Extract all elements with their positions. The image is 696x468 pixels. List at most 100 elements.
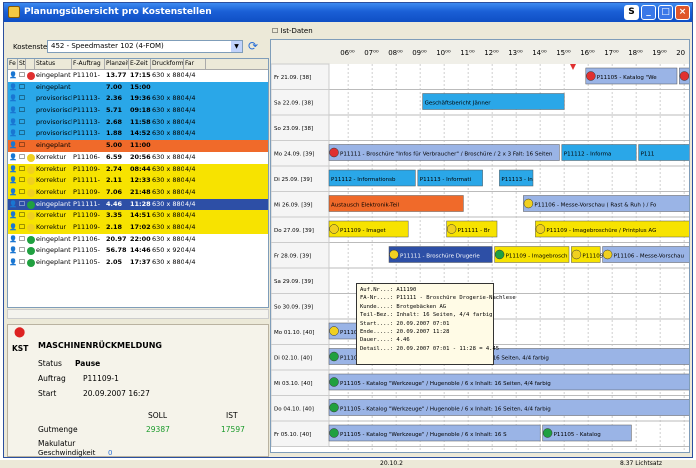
checkbox[interactable]: ☐ [18, 164, 26, 176]
col-etime[interactable]: E-Zeit [129, 59, 151, 69]
table-row[interactable]: 👤 ☐ eingeplant 5.00 11:00 [8, 140, 268, 152]
status-dot-icon [27, 153, 35, 162]
col-status-dot[interactable] [26, 59, 35, 69]
table-row[interactable]: 👤 ☐ Korrektur P11109- 7.06 21:48 630 x 880 4/4 [8, 186, 268, 199]
minimize-icon[interactable]: _ [641, 5, 656, 20]
checkbox[interactable]: ☐ [18, 245, 26, 257]
row-order: P11106- [73, 152, 100, 161]
status-label: Status [38, 359, 62, 368]
table-row[interactable]: 👤 ☐ provisorisch P11113- 2.36 19:36 630 x 880 4… [8, 93, 268, 106]
checkbox[interactable]: ☐ [18, 222, 26, 234]
maximize-icon[interactable]: □ [658, 5, 673, 20]
checkbox[interactable]: ☐ [18, 105, 26, 117]
table-row[interactable]: 👤 ☐ eingeplant P11101- 13.77 17:15 630 x 880 4/… [8, 70, 268, 82]
gantt-bar-label: P11105 - Katalog "Werkzeuge" / Hugenoble… [340, 407, 551, 413]
checkbox[interactable]: ☐ [18, 257, 26, 269]
status-dot [26, 234, 35, 246]
checkbox[interactable]: ☐ [18, 199, 26, 211]
checkbox[interactable]: ☐ [18, 70, 26, 82]
table-row[interactable]: 👤 ☐ eingeplant P11106- 20.97 22:00 630 x 880 4/… [8, 233, 268, 246]
checkbox[interactable]: ☐ [18, 175, 26, 187]
checkbox[interactable]: ☐ [18, 187, 26, 199]
status-dot-icon [27, 72, 35, 80]
checkbox[interactable]: ☐ [18, 93, 26, 105]
gantt-panel: ☐ Ist-Daten 06⁰⁰ 07⁰⁰ 08⁰⁰ 09⁰⁰ 10⁰⁰ 11⁰⁰ 12⁰⁰… [270, 25, 690, 457]
table-row[interactable]: 👤 ☐ provisorisch P11113- 1.88 14:52 630 x 880 4… [8, 128, 268, 141]
refresh-icon[interactable]: ⟳ [248, 39, 258, 53]
time-header [271, 40, 689, 64]
machine-title: MASCHINENRÜCKMELDUNG [38, 341, 162, 350]
checkbox[interactable]: ☐ [18, 234, 26, 246]
row-format: 630 x 880 [152, 258, 184, 266]
row-plan: 6.59 [106, 152, 123, 161]
main-window: Planungsübersicht pro Kostenstellen S _ … [3, 2, 693, 458]
col-colors[interactable]: Far [184, 59, 206, 69]
table-row[interactable]: 👤 ☐ Korrektur P11106- 6.59 20:56 630 x 880 4/4 [8, 151, 268, 164]
bar-status-dot [542, 428, 553, 438]
table-row[interactable]: 👤 ☐ eingeplant P11111- 4.46 11:28 630 x 880 4/4 [8, 198, 268, 211]
row-status: Korrektur [36, 176, 67, 185]
s-button[interactable]: S [624, 5, 639, 20]
bar-status-dot [329, 351, 339, 362]
row-format: 630 x 880 [152, 199, 184, 208]
gantt-bar-label: P11106 - Messe-Vorschau ( Rast & Ruh ) /… [534, 203, 657, 209]
close-icon[interactable]: × [675, 5, 690, 20]
row-format: 630 x 880 [152, 234, 184, 243]
row-colors: 4/4 [185, 234, 196, 243]
table-row[interactable]: 👤 ☐ Korrektur P11109- 2.18 17:02 630 x 880 4/4 [8, 221, 268, 234]
cost-center-select[interactable]: 452 - Speedmaster 102 (4-FOM) ▼ [47, 40, 243, 53]
row-colors: 4/4 [185, 117, 196, 126]
row-colors: 4/4 [185, 187, 196, 196]
row-format: 630 x 880 [152, 117, 184, 126]
row-etime: 11:58 [130, 117, 151, 126]
tab-kst[interactable]: KST [12, 344, 28, 353]
checkbox[interactable]: ☐ [18, 117, 26, 129]
hour-label: 20 [676, 49, 685, 57]
row-etime: 21:48 [130, 187, 151, 196]
table-row[interactable]: 👤 ☐ eingeplant P11105- 2.05 17:37 630 x 880 4/4 [8, 257, 268, 269]
checkbox[interactable]: ☐ [18, 82, 26, 94]
stop-icon[interactable]: ⬤ [14, 327, 25, 338]
col-status[interactable]: Status [35, 59, 72, 69]
row-status: eingeplant [36, 141, 71, 150]
col-fe[interactable]: Fe [8, 59, 18, 69]
col-order[interactable]: F-Auftrag [72, 59, 105, 69]
row-plan: 7.00 [106, 82, 123, 91]
horizontal-scrollbar[interactable] [7, 309, 269, 319]
table-row[interactable]: 👤 ☐ eingeplant P11105- 56.78 14:46 650 x 920 4/… [8, 245, 268, 257]
row-format: 630 x 880 [152, 129, 184, 138]
table-row[interactable]: 👤 ☐ provisorisch P11113- 2.68 11:58 630 x 880 4… [8, 116, 268, 129]
table-header: Fe Status Status F-Auftrag Planzeit E-Ze… [8, 59, 268, 70]
gantt-svg: 06⁰⁰ 07⁰⁰ 08⁰⁰ 09⁰⁰ 10⁰⁰ 11⁰⁰ 12⁰⁰ 13⁰⁰ 14⁰⁰ 15⁰⁰… [271, 40, 689, 452]
status-dot-icon [27, 177, 35, 186]
status-dot-icon [27, 223, 35, 232]
chevron-down-icon[interactable]: ▼ [231, 41, 242, 52]
col-format[interactable]: Druckformat [151, 59, 184, 69]
gantt-bar-label: P11112 - Informationsb [331, 177, 396, 183]
table-row[interactable]: 👤 ☐ eingeplant 7.00 15:00 [8, 81, 268, 94]
window-title: Planungsübersicht pro Kostenstellen [24, 7, 212, 17]
table-row[interactable]: 👤 ☐ Korrektur P11109- 2.74 08:44 630 x 880 4/4 [8, 163, 268, 176]
row-plan: 2.11 [106, 176, 123, 185]
hour-label: 18⁰⁰ [628, 49, 643, 57]
checkbox[interactable]: ☐ [18, 152, 26, 164]
checkbox[interactable]: ☐ [18, 210, 26, 222]
ist-data-label: Ist-Daten [280, 27, 313, 35]
row-colors: 4/4 [185, 222, 196, 231]
checkbox[interactable]: ☐ [18, 140, 26, 152]
col-status-icon[interactable]: Status [18, 59, 26, 69]
row-colors: 4/4 [185, 164, 196, 173]
person-icon: 👤 [9, 176, 18, 185]
row-etime: 14:52 [130, 129, 151, 138]
table-row[interactable]: 👤 ☐ Korrektur P11111- 2.11 12:33 630 x 880 4/4 [8, 175, 268, 187]
table-row[interactable]: 👤 ☐ Korrektur P11109- 3.35 14:51 630 x 880 4/4 [8, 210, 268, 222]
col-plan[interactable]: Planzeit [105, 59, 129, 69]
row-format: 630 x 880 [152, 152, 184, 161]
bar-status-dot [602, 249, 613, 260]
table-row[interactable]: 👤 ☐ provisorisch P11113- 5.71 09:18 630 x 880 4… [8, 105, 268, 117]
checkbox[interactable]: ☐ [18, 128, 26, 140]
row-colors: 4/4 [185, 176, 196, 185]
cost-center-value: 452 - Speedmaster 102 (4-FOM) [51, 42, 164, 50]
person-icon: 👤 [9, 246, 18, 255]
ist-data-checkbox[interactable]: ☐ Ist-Daten [272, 27, 313, 35]
